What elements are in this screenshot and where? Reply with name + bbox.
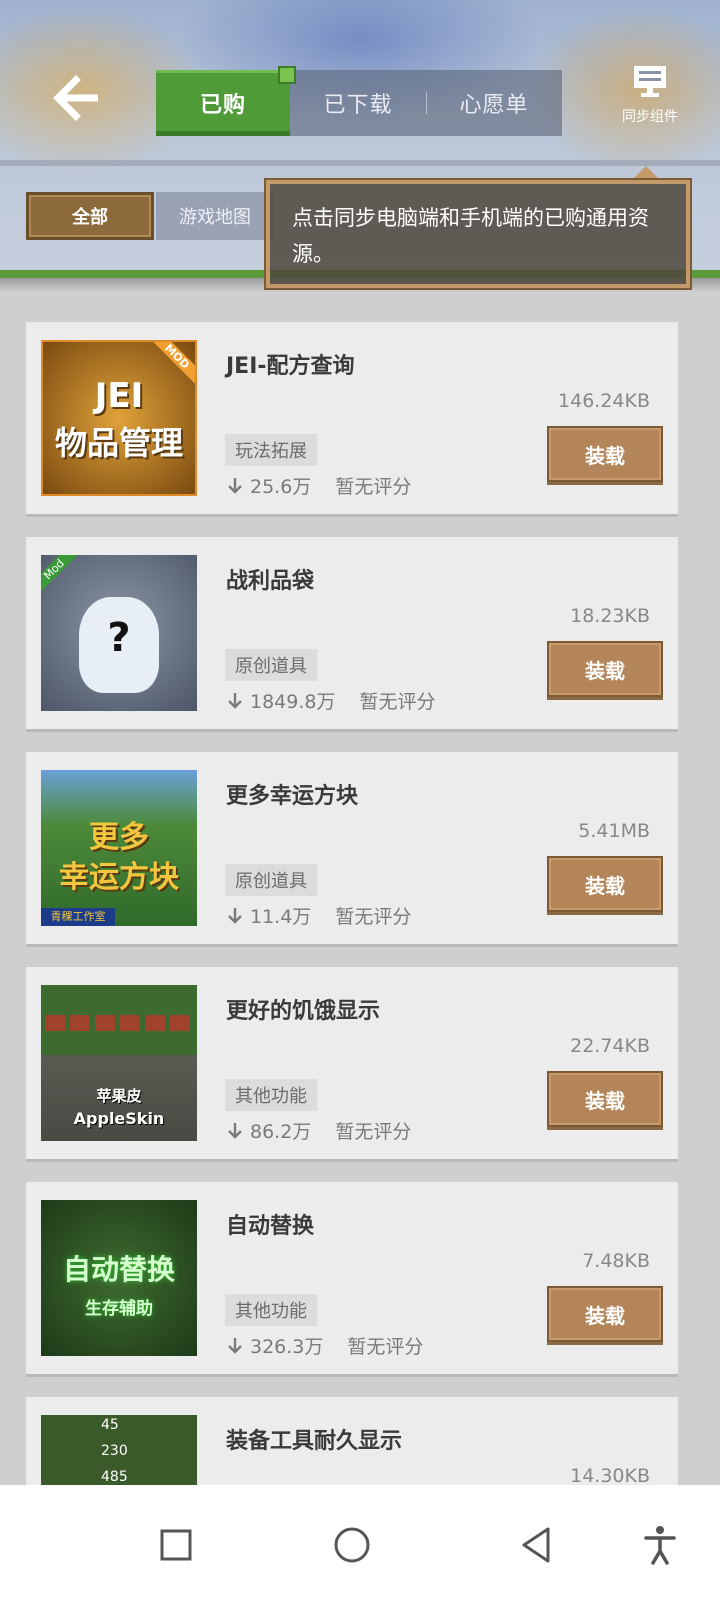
- item-rating: 暂无评分: [359, 691, 436, 713]
- item-stats: 326.3万 暂无评分: [226, 1332, 423, 1359]
- tab-downloaded[interactable]: 已下载: [290, 70, 426, 136]
- item-size: 22.74KB: [570, 1035, 650, 1057]
- tab-bar: 已购 已下载 心愿单: [156, 66, 562, 136]
- sync-label: 同步组件: [622, 109, 678, 125]
- recent-apps-button[interactable]: [152, 1521, 200, 1569]
- back-nav-button[interactable]: [512, 1521, 560, 1569]
- back-arrow-icon: [53, 75, 98, 121]
- item-stats: 11.4万 暂无评分: [226, 902, 411, 929]
- item-size: 18.23KB: [570, 605, 650, 627]
- download-icon: [228, 1337, 242, 1354]
- item-stats: 1849.8万 暂无评分: [226, 687, 436, 714]
- filter-map-button[interactable]: 游戏地图: [156, 192, 274, 240]
- item-stats: 86.2万 暂无评分: [226, 1117, 411, 1144]
- food-bar: [45, 1015, 193, 1031]
- thumb-line1: 自动替换: [62, 1253, 175, 1286]
- thumb-line2: 幸运方块: [59, 860, 179, 895]
- list-item[interactable]: 苹果皮 AppleSkin 更好的饥饿显示 22.74KB 其他功能 86.2万…: [26, 967, 678, 1159]
- item-tag: 原创道具: [225, 864, 317, 896]
- thumb-line1: ?: [107, 615, 131, 661]
- item-tag: 原创道具: [225, 649, 317, 681]
- list-item[interactable]: Mod ? 战利品袋 18.23KB 原创道具 1849.8万 暂无评分 装载: [26, 537, 678, 729]
- thumb-line2: 物品管理: [54, 424, 183, 462]
- item-stats: 25.6万 暂无评分: [226, 472, 411, 499]
- tab-wishlist-label: 心愿单: [459, 93, 529, 118]
- back-button[interactable]: [50, 70, 106, 126]
- circle-icon: [334, 1527, 370, 1563]
- item-downloads: 25.6万: [250, 476, 312, 498]
- item-rating: 暂无评分: [335, 1121, 412, 1143]
- item-rating: 暂无评分: [335, 476, 412, 498]
- sync-tooltip: 点击同步电脑端和手机端的已购通用资源。: [264, 178, 692, 290]
- thumb-line1: 45: [101, 1417, 119, 1433]
- item-title: 更多幸运方块: [226, 784, 359, 809]
- tab-downloaded-label: 已下载: [323, 93, 393, 118]
- item-downloads: 326.3万: [250, 1336, 324, 1358]
- item-thumbnail: 更多 幸运方块 青稞工作室: [41, 770, 197, 926]
- accessibility-icon: [644, 1526, 676, 1565]
- filter-all-label: 全部: [72, 207, 108, 228]
- list-item[interactable]: 更多 幸运方块 青稞工作室 更多幸运方块 5.41MB 原创道具 11.4万 暂…: [26, 752, 678, 944]
- download-icon: [228, 1122, 242, 1139]
- load-button[interactable]: 装载: [547, 856, 663, 912]
- thumb-line2: 230: [101, 1443, 128, 1459]
- thumb-line3: 485: [101, 1469, 128, 1485]
- tab-purchased[interactable]: 已购: [156, 70, 290, 136]
- load-button[interactable]: 装载: [547, 641, 663, 697]
- thumb-line2: AppleSkin: [73, 1109, 165, 1128]
- item-thumbnail: 苹果皮 AppleSkin: [41, 985, 197, 1141]
- tab-purchased-label: 已购: [199, 93, 246, 118]
- thumb-line1: JEI: [94, 376, 144, 416]
- item-rating: 暂无评分: [335, 906, 412, 928]
- item-thumbnail: Mod ?: [41, 555, 197, 711]
- item-thumbnail: 45 230 485: [41, 1415, 197, 1485]
- thumb-line2: 生存辅助: [85, 1299, 153, 1319]
- item-rating: 暂无评分: [347, 1336, 424, 1358]
- item-size: 146.24KB: [558, 390, 650, 412]
- system-nav-bar: [0, 1485, 720, 1605]
- download-icon: [228, 692, 242, 709]
- purchased-list[interactable]: MOD JEI 物品管理 JEI-配方查询 146.24KB 玩法拓展 25.6…: [26, 322, 678, 1485]
- item-tag: 其他功能: [225, 1294, 317, 1326]
- item-size: 5.41MB: [578, 820, 650, 842]
- thumb-line1: 更多: [89, 820, 149, 855]
- download-icon: [228, 907, 242, 924]
- list-item[interactable]: 45 230 485 装备工具耐久显示 14.30KB: [26, 1397, 678, 1485]
- thumb-footer: 青稞工作室: [41, 908, 115, 926]
- list-item[interactable]: 自动替换 生存辅助 自动替换 7.48KB 其他功能 326.3万 暂无评分 装…: [26, 1182, 678, 1374]
- item-title: 更好的饥饿显示: [226, 999, 381, 1024]
- sync-button[interactable]: 同步组件: [610, 64, 690, 134]
- load-button[interactable]: 装载: [547, 1286, 663, 1342]
- item-title: 自动替换: [226, 1214, 315, 1239]
- download-icon: [228, 477, 242, 494]
- thumb-line1: 苹果皮: [96, 1087, 142, 1105]
- list-item[interactable]: MOD JEI 物品管理 JEI-配方查询 146.24KB 玩法拓展 25.6…: [26, 322, 678, 514]
- header-divider: [0, 160, 720, 166]
- mod-badge: Mod: [41, 555, 84, 599]
- item-size: 14.30KB: [570, 1465, 650, 1485]
- tooltip-arrow: [632, 166, 660, 180]
- item-title: 装备工具耐久显示: [226, 1429, 403, 1454]
- home-button[interactable]: [328, 1521, 376, 1569]
- item-tag: 其他功能: [225, 1079, 317, 1111]
- item-downloads: 1849.8万: [250, 691, 336, 713]
- item-tag: 玩法拓展: [225, 434, 317, 466]
- load-button[interactable]: 装载: [547, 1071, 663, 1127]
- filter-all-button[interactable]: 全部: [26, 192, 154, 240]
- filter-map-label: 游戏地图: [179, 207, 251, 228]
- accessibility-button[interactable]: [636, 1521, 684, 1569]
- tab-wishlist[interactable]: 心愿单: [426, 70, 562, 136]
- item-title: JEI-配方查询: [226, 354, 355, 379]
- tooltip-text: 点击同步电脑端和手机端的已购通用资源。: [292, 206, 649, 266]
- square-icon: [160, 1529, 192, 1561]
- item-downloads: 11.4万: [250, 906, 312, 928]
- item-title: 战利品袋: [226, 569, 315, 594]
- item-downloads: 86.2万: [250, 1121, 312, 1143]
- load-button[interactable]: 装载: [547, 426, 663, 482]
- sync-monitor-icon: [634, 66, 666, 97]
- triangle-back-icon: [522, 1527, 550, 1563]
- item-thumbnail: 自动替换 生存辅助: [41, 1200, 197, 1356]
- item-size: 7.48KB: [582, 1250, 650, 1272]
- item-thumbnail: MOD JEI 物品管理: [41, 340, 197, 496]
